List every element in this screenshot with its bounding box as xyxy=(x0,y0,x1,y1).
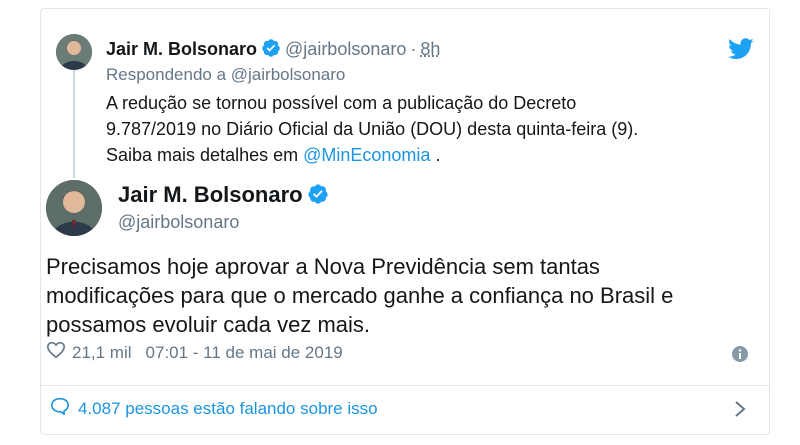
mention-link[interactable]: @MinEconomia xyxy=(303,145,430,165)
main-tweet-text: Precisamos hoje aprovar a Nova Previdênc… xyxy=(46,252,766,339)
reply-text-suffix: . xyxy=(430,145,441,165)
like-count[interactable]: 21,1 mil xyxy=(72,343,132,363)
main-author-avatar[interactable] xyxy=(46,180,102,236)
thread-line xyxy=(73,70,75,178)
reply-text-line: 9.787/2019 no Diário Oficial da União (D… xyxy=(106,119,639,139)
reply-text-line: Saiba mais detalhes em @MinEconomia . xyxy=(106,142,756,168)
reply-text-prefix: Saiba mais detalhes em xyxy=(106,145,304,165)
separator-dot: · xyxy=(410,39,417,59)
main-text-line: possamos evoluir cada vez mais. xyxy=(46,312,371,337)
twitter-bird-icon[interactable] xyxy=(728,38,754,65)
conversation-link[interactable]: 4.087 pessoas estão falando sobre isso xyxy=(50,397,378,420)
main-text-line: modificações para que o mercado ganhe a … xyxy=(46,283,674,308)
main-author-name[interactable]: Jair M. Bolsonaro xyxy=(118,182,303,207)
heart-icon[interactable] xyxy=(46,341,66,364)
reply-author-name[interactable]: Jair M. Bolsonaro xyxy=(106,39,257,59)
reply-tweet-time[interactable]: 8h xyxy=(420,39,440,59)
verified-badge-icon xyxy=(307,183,329,211)
tweet-timestamp[interactable]: 07:01 - 11 de mai de 2019 xyxy=(146,343,343,363)
reply-author-avatar[interactable] xyxy=(56,34,92,70)
reply-text-line: A redução se tornou possível com a publi… xyxy=(106,93,577,113)
info-icon[interactable] xyxy=(732,346,748,367)
chevron-right-icon[interactable] xyxy=(734,400,746,423)
tweet-stats: 21,1 mil 07:01 - 11 de mai de 2019 xyxy=(46,341,343,364)
speech-bubble-icon xyxy=(50,397,70,420)
divider xyxy=(40,385,770,386)
replying-to-label: Respondendo a @jairbolsonaro xyxy=(106,65,346,84)
verified-badge-icon xyxy=(261,38,281,65)
reply-tweet-text: A redução se tornou possível com a publi… xyxy=(106,90,756,168)
main-author-name-row: Jair M. Bolsonaro xyxy=(118,182,333,211)
main-text-line: Precisamos hoje aprovar a Nova Previdênc… xyxy=(46,254,600,279)
conversation-label[interactable]: 4.087 pessoas estão falando sobre isso xyxy=(78,399,378,419)
reply-author-handle[interactable]: @jairbolsonaro xyxy=(285,39,406,59)
reply-tweet-header: Jair M. Bolsonaro @jairbolsonaro · 8h xyxy=(106,36,440,65)
main-author-handle[interactable]: @jairbolsonaro xyxy=(118,212,239,233)
